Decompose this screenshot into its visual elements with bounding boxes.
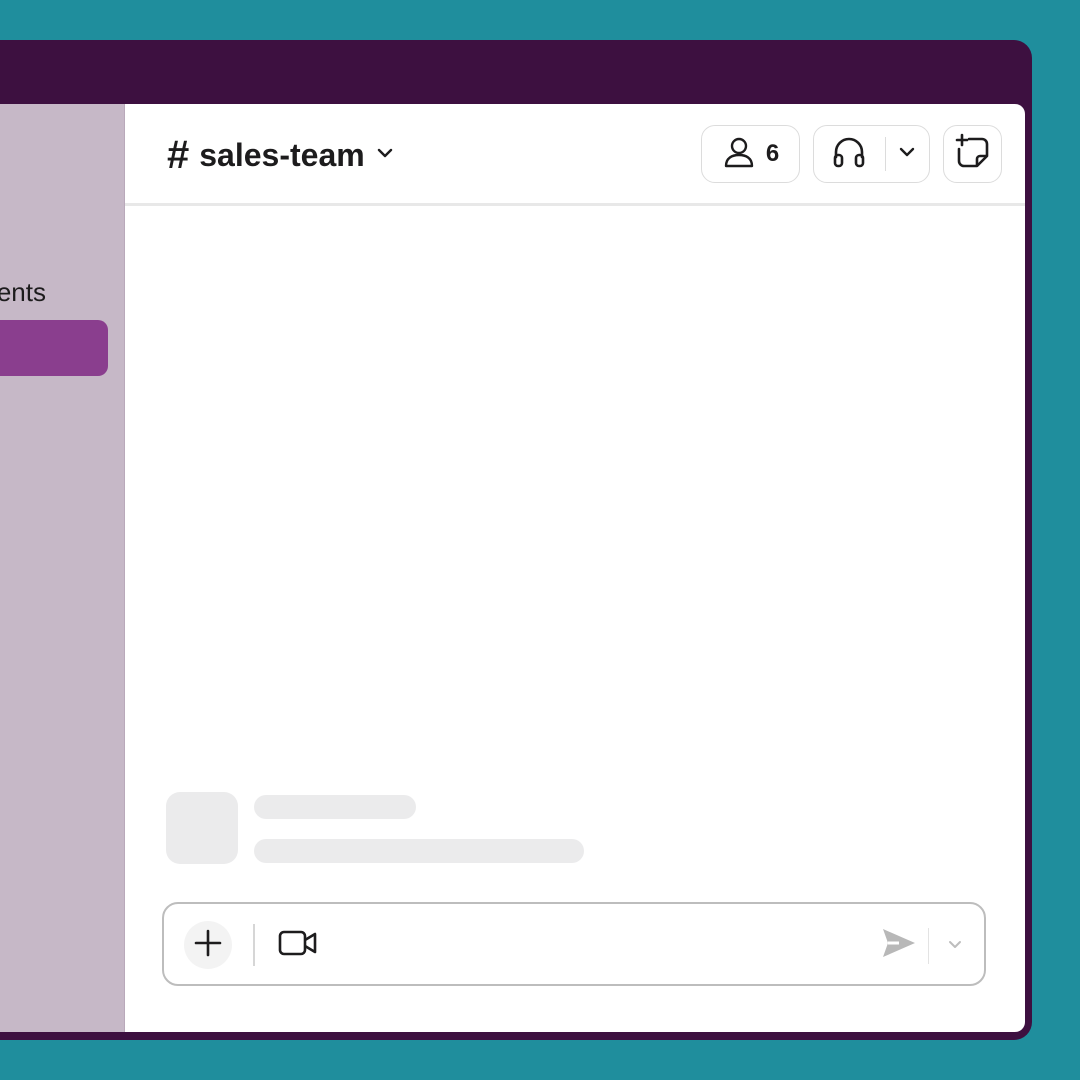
send-icon <box>881 926 917 965</box>
message-composer[interactable] <box>162 902 986 986</box>
loading-message-placeholder <box>254 839 584 863</box>
huddle-button-group <box>813 125 930 183</box>
channel-name: sales-team <box>199 136 365 173</box>
video-camera-icon <box>278 928 318 963</box>
new-canvas-button[interactable] <box>943 125 1002 183</box>
slack-window: ents # sales-team 6 <box>0 104 1025 1032</box>
channel-view: # sales-team 6 <box>125 104 1025 1032</box>
send-button[interactable] <box>874 921 924 969</box>
chevron-down-icon <box>897 142 917 167</box>
members-button[interactable]: 6 <box>701 125 800 183</box>
sidebar: ents <box>0 104 125 1032</box>
send-divider <box>928 928 929 964</box>
sidebar-item-label[interactable]: ents <box>0 277 46 308</box>
huddle-button[interactable] <box>814 126 885 182</box>
composer-divider <box>253 924 255 966</box>
record-video-button[interactable] <box>274 921 322 969</box>
member-count: 6 <box>765 140 780 167</box>
channel-title-button[interactable]: # sales-team <box>167 132 395 178</box>
attach-button[interactable] <box>184 921 232 969</box>
channel-header: # sales-team 6 <box>125 104 1025 206</box>
plus-icon <box>193 928 223 963</box>
huddle-options-button[interactable] <box>886 126 929 182</box>
headphones-icon <box>831 134 867 175</box>
loading-avatar-placeholder <box>166 792 238 864</box>
send-options-button[interactable] <box>938 928 972 964</box>
chevron-down-icon <box>375 143 395 168</box>
channel-hash-icon: # <box>167 133 190 177</box>
person-icon <box>722 135 756 174</box>
loading-name-placeholder <box>254 795 416 819</box>
sidebar-item-active[interactable] <box>0 320 108 376</box>
new-canvas-icon <box>954 133 992 176</box>
chevron-down-icon <box>947 936 963 957</box>
